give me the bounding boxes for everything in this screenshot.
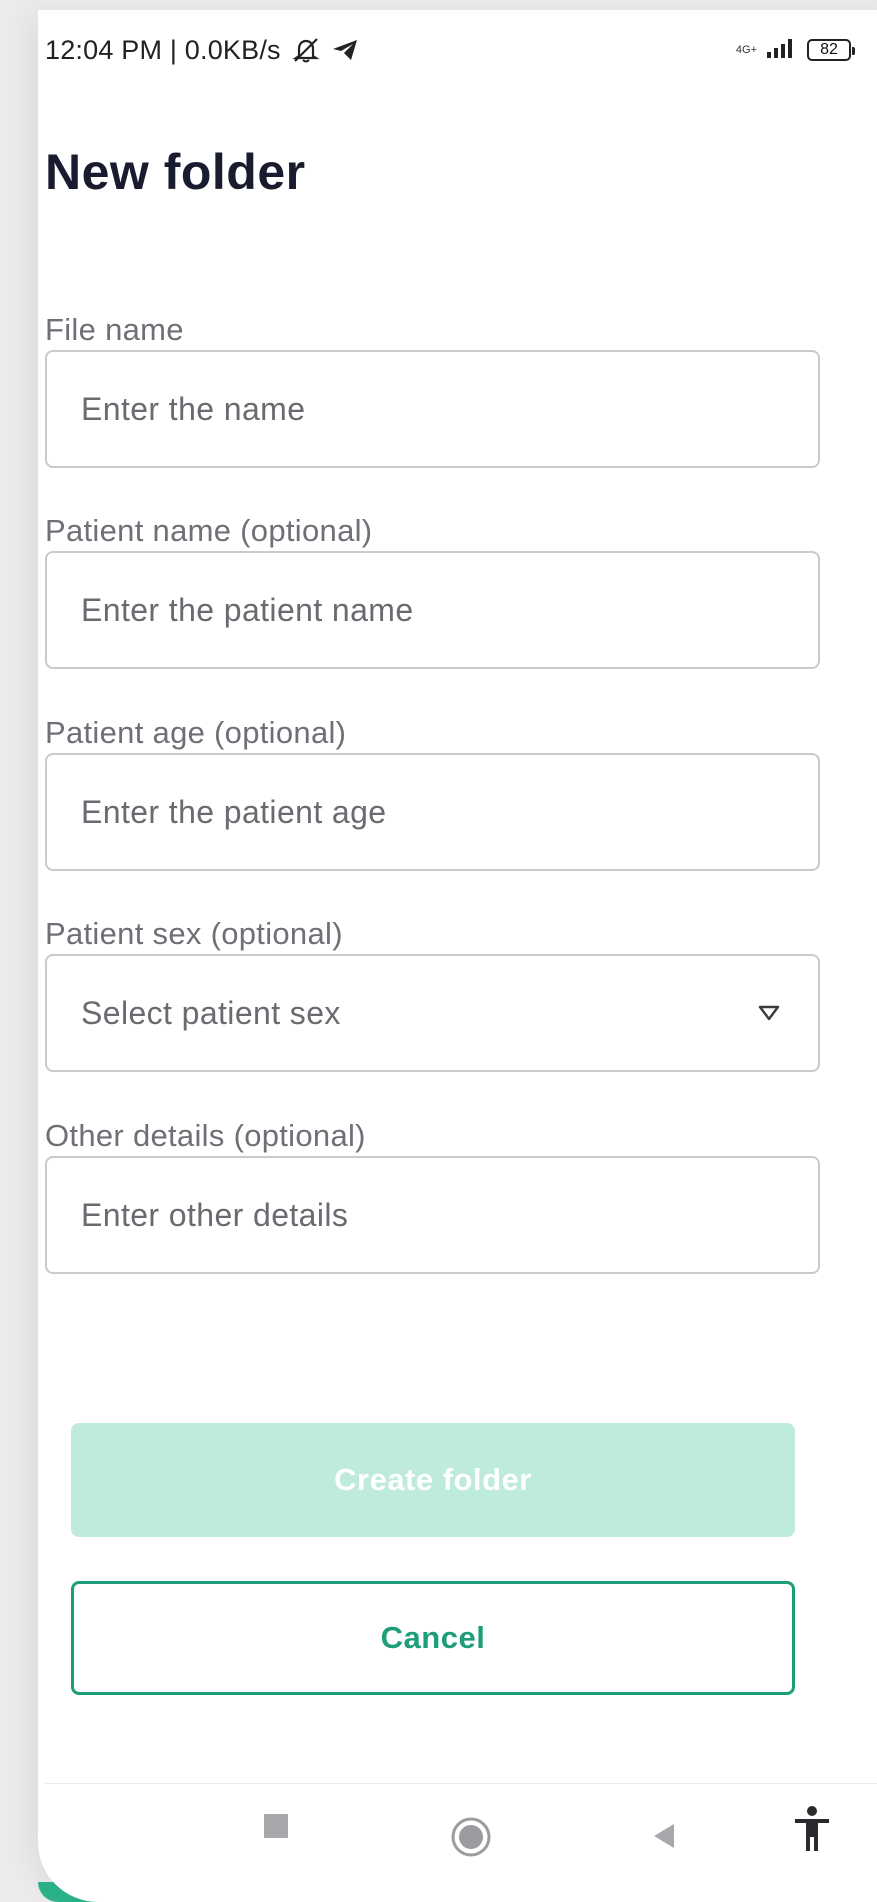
patient-name-placeholder: Enter the patient name xyxy=(81,592,414,628)
patient-name-input[interactable]: Enter the patient name xyxy=(45,551,820,669)
other-details-input[interactable]: Enter other details xyxy=(45,1156,820,1274)
mute-bell-icon xyxy=(291,36,321,64)
cancel-label: Cancel xyxy=(380,1620,486,1655)
file-name-placeholder: Enter the name xyxy=(81,391,306,427)
create-folder-button[interactable]: Create folder xyxy=(71,1423,795,1537)
signal-icon xyxy=(765,36,799,65)
cancel-button[interactable]: Cancel xyxy=(71,1581,795,1695)
patient-sex-placeholder: Select patient sex xyxy=(81,995,341,1031)
page-title: New folder xyxy=(45,144,306,200)
patient-sex-select[interactable]: Select patient sex xyxy=(45,954,820,1072)
battery-level: 82 xyxy=(820,41,838,58)
battery-icon: 82 xyxy=(807,39,855,61)
recents-square-icon[interactable] xyxy=(262,1812,290,1840)
patient-name-label: Patient name (optional) xyxy=(45,513,373,548)
network-type: 4G+ xyxy=(735,43,757,56)
patient-age-input[interactable]: Enter the patient age xyxy=(45,753,820,871)
other-details-placeholder: Enter other details xyxy=(81,1197,349,1233)
other-details-label: Other details (optional) xyxy=(45,1118,366,1153)
patient-sex-label: Patient sex (optional) xyxy=(45,916,343,951)
file-name-input[interactable]: Enter the name xyxy=(45,350,820,468)
patient-age-placeholder: Enter the patient age xyxy=(81,794,387,830)
back-triangle-icon[interactable] xyxy=(650,1822,678,1850)
telegram-icon xyxy=(331,38,359,62)
status-right: 4G+ 82 xyxy=(735,30,855,70)
file-name-label: File name xyxy=(45,312,184,347)
patient-age-label: Patient age (optional) xyxy=(45,715,347,750)
home-circle-icon[interactable] xyxy=(450,1816,492,1858)
create-folder-label: Create folder xyxy=(334,1462,532,1497)
dropdown-triangle-icon xyxy=(758,1004,780,1027)
nav-divider xyxy=(45,1783,877,1784)
accessibility-icon[interactable] xyxy=(792,1805,832,1853)
status-time: 12:04 PM | 0.0KB/s xyxy=(45,34,281,65)
